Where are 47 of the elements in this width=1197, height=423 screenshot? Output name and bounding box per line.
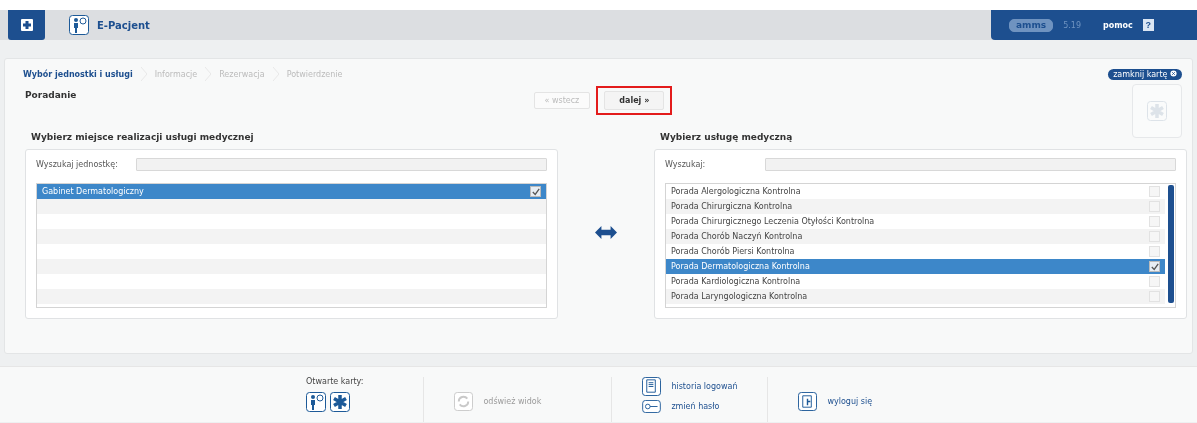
panel-title: Wybierz miejsce realizacji usługi medycznej (31, 132, 255, 142)
key-icon (642, 400, 662, 413)
search-field[interactable] (765, 158, 1176, 171)
app-title: E-Pacjent (97, 19, 150, 31)
door-icon (798, 392, 818, 411)
version-label: 5.19 (1063, 20, 1081, 30)
logo-button[interactable] (8, 10, 45, 40)
action-link[interactable]: zmień hasło (642, 400, 738, 413)
star-of-life-icon[interactable] (1147, 101, 1167, 121)
next-button[interactable]: dalej » (604, 91, 665, 110)
close-tab-button[interactable]: zamknij kartę (1108, 68, 1182, 80)
list-item[interactable]: Porada Kardiologiczna Kontrolna (666, 274, 1165, 289)
checkbox[interactable] (1149, 186, 1160, 197)
medical-tab-icon[interactable] (330, 392, 350, 412)
search-label: Wyszukaj: (665, 160, 707, 169)
refresh-icon (454, 392, 474, 411)
list-item[interactable]: Porada Chorób Piersi Kontrolna (666, 244, 1165, 259)
list-item[interactable]: Porada Chirurgicznego Leczenia Otyłości Kontrolna (666, 214, 1165, 229)
scrollbar[interactable] (1168, 185, 1174, 303)
swap-arrow-icon[interactable] (595, 226, 617, 239)
checkbox[interactable] (1149, 261, 1160, 272)
search-field[interactable] (136, 158, 547, 171)
list-item[interactable]: Porada Laryngologiczna Kontrolna (666, 289, 1165, 304)
search-label: Wyszukaj jednostkę: (36, 160, 119, 169)
list-item[interactable]: Porada Chirurgiczna Kontrolna (666, 199, 1165, 214)
patient-icon[interactable] (69, 15, 89, 35)
list-item[interactable]: Gabinet Dermatologiczny (37, 184, 546, 199)
checkbox[interactable] (530, 186, 541, 197)
help-button[interactable]: ? (1142, 19, 1154, 31)
checkbox[interactable] (1149, 246, 1160, 257)
list-item[interactable]: Porada Alergologiczna Kontrolna (666, 184, 1165, 199)
panel-title: Wybierz usługę medyczną (660, 132, 794, 142)
document-icon (642, 377, 662, 396)
action-link[interactable]: wyloguj się (798, 392, 873, 411)
list-item[interactable]: Porada Dermatologiczna Kontrolna (666, 259, 1165, 274)
open-tabs-label: Otwarte karty: (306, 377, 364, 386)
help-link[interactable]: pomoc (1103, 20, 1133, 30)
patient-tab-icon[interactable] (306, 392, 326, 412)
page-title: Poradanie (25, 89, 78, 100)
checkbox[interactable] (1149, 276, 1160, 287)
checkbox[interactable] (1149, 216, 1160, 227)
list-item[interactable]: Porada Chorób Naczyń Kontrolna (666, 229, 1165, 244)
cross-icon (20, 19, 33, 31)
close-icon (1170, 69, 1177, 77)
step-tab[interactable]: Wybór jednostki i usługi (15, 69, 141, 79)
action-link[interactable]: historia logowań (642, 377, 738, 396)
logo: amms (1009, 18, 1054, 32)
